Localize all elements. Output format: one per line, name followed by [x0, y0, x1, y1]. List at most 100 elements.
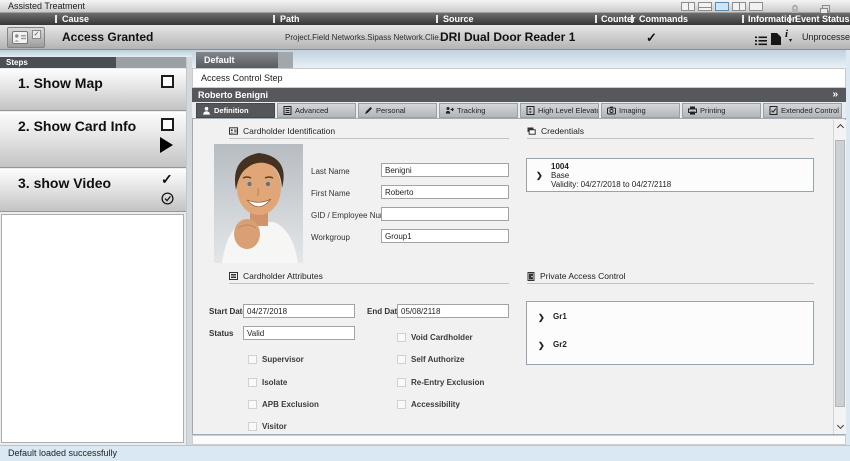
- layout-full-icon[interactable]: [749, 2, 763, 11]
- tab-extended-control[interactable]: Extended Control: [763, 103, 842, 118]
- tab-printing[interactable]: Printing: [682, 103, 761, 118]
- current-step-arrow-icon: [160, 137, 173, 153]
- event-path: Project.Field Networks.Sipass Network.Cl…: [285, 25, 446, 50]
- layout-preset-icons: [681, 2, 763, 11]
- section-credentials: Credentials: [527, 126, 584, 136]
- cardholder-photo: [214, 144, 303, 263]
- steps-panel: Steps 1. Show Map 2. Show Card Info 3. s…: [0, 57, 186, 445]
- credential-profile: Base: [551, 171, 671, 180]
- column-path: Path: [280, 13, 300, 25]
- step-item-show-card-info[interactable]: 2. Show Card Info: [0, 112, 186, 168]
- isolate-checkbox[interactable]: [248, 378, 257, 387]
- layout-two-rows-icon[interactable]: [698, 2, 712, 11]
- credential-card-number: 1004: [551, 162, 671, 171]
- tab-personal[interactable]: Personal: [358, 103, 437, 118]
- group-item-gr1[interactable]: ❯ Gr1: [527, 310, 813, 324]
- group-label: Gr1: [553, 310, 567, 324]
- tab-label: Tracking: [457, 106, 485, 115]
- person-icon: [202, 106, 211, 115]
- divider: [631, 15, 633, 23]
- divider: [789, 15, 791, 23]
- scroll-up-button[interactable]: [834, 120, 847, 133]
- tab-default[interactable]: Default: [196, 52, 278, 68]
- step-checkbox[interactable]: [161, 75, 174, 88]
- expand-chevrons[interactable]: »: [832, 88, 838, 102]
- tab-default-label: Default: [196, 52, 278, 68]
- tab-imaging[interactable]: Imaging: [601, 103, 680, 118]
- layout-single-active-icon[interactable]: [715, 2, 729, 11]
- steps-empty-area: [1, 214, 184, 443]
- vertical-scrollbar[interactable]: [833, 120, 846, 434]
- card-icon: [527, 127, 536, 135]
- cardholder-badge-button[interactable]: ✓: [7, 27, 45, 48]
- event-cause: Access Granted: [62, 25, 153, 50]
- tab-label: Printing: [700, 106, 725, 115]
- information-dropdown-caret-icon[interactable]: ▾: [789, 37, 792, 44]
- event-document-icon[interactable]: [771, 32, 781, 50]
- first-name-input[interactable]: [381, 185, 509, 199]
- credential-item[interactable]: ❯ 1004 Base Validity: 04/27/2018 to 04/2…: [526, 158, 814, 192]
- supervisor-checkbox[interactable]: [248, 355, 257, 364]
- step-label: 3. show Video: [18, 175, 111, 191]
- section-divider: [229, 283, 509, 284]
- divider: [55, 15, 57, 23]
- start-date-input[interactable]: [243, 304, 355, 318]
- badge-check-overlay-icon: ✓: [32, 30, 41, 39]
- elevator-icon: [526, 106, 535, 115]
- title-bar: Assisted Treatment: [0, 0, 850, 13]
- scrollbar-thumb[interactable]: [835, 140, 845, 407]
- commands-check-icon: ✓: [646, 25, 657, 50]
- step-item-show-video[interactable]: 3. show Video ✓: [0, 169, 186, 212]
- step-checkbox[interactable]: [161, 118, 174, 131]
- end-date-input[interactable]: [397, 304, 509, 318]
- tab-definition[interactable]: Definition: [196, 103, 275, 118]
- accessibility-label: Accessibility: [411, 400, 460, 410]
- tracking-person-icon: [445, 106, 454, 115]
- expander-chevron-icon[interactable]: ❯: [538, 313, 545, 322]
- re-entry-exclusion-checkbox[interactable]: [397, 378, 406, 387]
- event-information-icon[interactable]: i: [785, 28, 788, 40]
- layout-split-icon[interactable]: [732, 2, 746, 11]
- tab-tracking[interactable]: Tracking: [439, 103, 518, 118]
- column-commands: Commands: [639, 13, 688, 25]
- detail-tabs: Definition Advanced Personal Tracking Hi…: [192, 103, 846, 118]
- door-icon: [527, 272, 535, 281]
- expander-chevron-icon[interactable]: ❯: [538, 341, 545, 350]
- printer-icon: [688, 106, 697, 115]
- divider: [742, 15, 744, 23]
- event-row: ✓ Access Granted Project.Field Networks.…: [0, 25, 850, 50]
- apb-exclusion-checkbox[interactable]: [248, 400, 257, 409]
- visitor-label: Visitor: [262, 422, 287, 432]
- badge-icon: [229, 127, 238, 135]
- expander-chevron-icon[interactable]: ❯: [536, 171, 543, 180]
- layout-two-columns-icon[interactable]: [681, 2, 695, 11]
- last-name-input[interactable]: [381, 163, 509, 177]
- event-source: DRI Dual Door Reader 1: [440, 25, 575, 50]
- visitor-checkbox[interactable]: [248, 422, 257, 431]
- divider: [273, 15, 275, 23]
- main-bottom-strip: [192, 435, 846, 445]
- group-label: Gr2: [553, 338, 567, 352]
- isolate-label: Isolate: [262, 378, 287, 388]
- supervisor-label: Supervisor: [262, 355, 304, 365]
- group-item-gr2[interactable]: ❯ Gr2: [527, 338, 813, 352]
- tab-advanced[interactable]: Advanced: [277, 103, 356, 118]
- scroll-down-button[interactable]: [834, 421, 847, 434]
- event-list-icon[interactable]: [755, 33, 767, 51]
- step-label: 2. Show Card Info: [18, 118, 136, 134]
- self-authorize-checkbox[interactable]: [397, 355, 406, 364]
- steps-panel-tab[interactable]: Steps: [0, 57, 116, 68]
- gid-employee-number-input[interactable]: [381, 207, 509, 221]
- divider: [436, 15, 438, 23]
- tab-stub: [278, 52, 293, 68]
- step-item-show-map[interactable]: 1. Show Map: [0, 69, 186, 111]
- void-cardholder-checkbox[interactable]: [397, 333, 406, 342]
- tab-high-level-elevator[interactable]: High Level Elevator: [520, 103, 599, 118]
- field-label-first-name: First Name: [311, 187, 350, 200]
- accessibility-checkbox[interactable]: [397, 400, 406, 409]
- field-label-last-name: Last Name: [311, 165, 350, 178]
- workgroup-input[interactable]: [381, 229, 509, 243]
- event-column-header: Cause Path Source Counter Commands Infor…: [0, 13, 850, 25]
- column-source: Source: [443, 13, 474, 25]
- status-input[interactable]: [243, 326, 355, 340]
